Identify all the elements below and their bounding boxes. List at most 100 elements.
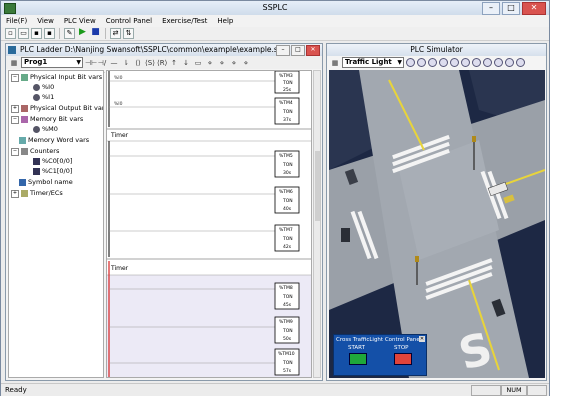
edit-icon[interactable]: ✎: [64, 28, 75, 39]
falling-edge-icon[interactable]: ↓: [181, 58, 191, 68]
view-front-icon[interactable]: [494, 58, 503, 67]
program-select[interactable]: Prog1 ▼: [21, 57, 83, 68]
variable-tree: − Physical Input Bit vars %I0 %I1 + Physic…: [8, 70, 104, 378]
ladder-svg: %I0 %I0 %TM3 TON 25s %TM4 TON 37s Timer: [107, 71, 311, 377]
minimize-button[interactable]: –: [482, 2, 500, 15]
traffic-scene-svg: S: [329, 70, 545, 378]
rotate-icon[interactable]: [461, 58, 470, 67]
zoom-fit-icon[interactable]: [428, 58, 437, 67]
download-icon[interactable]: ⇅: [123, 28, 134, 39]
tree-counters[interactable]: − Counters: [11, 147, 59, 156]
timer-preset: 40s: [283, 206, 292, 212]
tree-item-i1[interactable]: %I1: [33, 93, 54, 102]
timer-name: %TM9: [279, 319, 293, 325]
contact-nc-icon[interactable]: ⊣/⊢: [97, 58, 107, 77]
plc-simulator-window: PLC Simulator ▦ Traffic Light ▼ S Cross …: [326, 43, 547, 381]
timer-name: %TM4: [279, 100, 293, 106]
app-icon: [4, 3, 16, 14]
timer-preset: 25s: [283, 87, 292, 93]
control-panel-title: Cross TrafficLight Control Panel: [336, 337, 422, 343]
run-icon[interactable]: ▶: [77, 28, 88, 39]
maximize-button[interactable]: □: [502, 2, 520, 15]
timer-name: %TM7: [279, 227, 293, 233]
menu-control-panel[interactable]: Control Panel: [101, 15, 157, 27]
function-block-icon[interactable]: ▭: [193, 58, 203, 68]
status-cell-empty: [527, 385, 547, 396]
menu-plc-view[interactable]: PLC View: [59, 15, 101, 27]
tree-physical-output[interactable]: + Physical Output Bit vars: [11, 104, 103, 113]
menu-view[interactable]: View: [32, 15, 59, 27]
tree-item-c1[interactable]: %C1[0/0]: [33, 167, 72, 176]
delete-rung-icon[interactable]: ⋄: [241, 58, 251, 68]
ladder-minimize-button[interactable]: –: [276, 45, 290, 56]
ladder-scrollbar[interactable]: [313, 70, 321, 378]
stop-icon[interactable]: ■: [90, 28, 101, 39]
horizontal-line-icon[interactable]: —: [109, 58, 119, 68]
tree-memory-bit[interactable]: − Memory Bit vars: [11, 115, 83, 124]
timer-preset: 50s: [283, 336, 292, 342]
menu-help[interactable]: Help: [212, 15, 238, 27]
tree-symbol-name[interactable]: Symbol name: [19, 178, 73, 187]
set-coil-icon[interactable]: ⟨S⟩: [145, 58, 155, 68]
menu-file[interactable]: File(F): [1, 15, 32, 27]
tree-physical-input[interactable]: − Physical Input Bit vars: [11, 73, 102, 82]
open-file-icon[interactable]: ▭: [18, 28, 29, 39]
compare-icon[interactable]: ⋄: [205, 58, 215, 68]
program-list-icon[interactable]: ▦: [9, 58, 19, 68]
contact-label: %I0: [114, 101, 123, 107]
menu-bar: File(F) View PLC View Control Panel Exer…: [1, 15, 549, 27]
timer-mode: TON: [282, 328, 293, 334]
main-window: SSPLC – □ ✕ File(F) View PLC View Contro…: [0, 0, 550, 396]
panel-close-icon[interactable]: ✕: [419, 336, 425, 342]
tree-memory-word[interactable]: Memory Word vars: [19, 136, 89, 145]
vertical-line-icon[interactable]: ⇂: [121, 58, 131, 68]
reset-coil-icon[interactable]: ⟨R⟩: [157, 58, 167, 68]
stop-button[interactable]: [394, 353, 412, 365]
scene-select[interactable]: Traffic Light ▼: [342, 57, 404, 68]
timer-mode: TON: [282, 360, 293, 366]
plc-ladder-window: PLC Ladder D:\Nanjing Swansoft\SSPLC\com…: [5, 43, 323, 381]
operate-icon[interactable]: ⋄: [217, 58, 227, 68]
pan-icon[interactable]: [450, 58, 459, 67]
menu-exercise-test[interactable]: Exercise/Test: [157, 15, 212, 27]
tree-item-i0[interactable]: %I0: [33, 83, 54, 92]
timer-preset: 30s: [283, 170, 292, 176]
start-label: START: [348, 345, 365, 351]
timer-mode: TON: [282, 236, 293, 242]
reset-view-icon[interactable]: [472, 58, 481, 67]
view-side-icon[interactable]: [505, 58, 514, 67]
monitor-icon[interactable]: ⇄: [110, 28, 121, 39]
zoom-window-icon[interactable]: [439, 58, 448, 67]
tree-timer-ecs[interactable]: + Timer/ECs: [11, 189, 63, 198]
save-all-icon[interactable]: ▪: [44, 28, 55, 39]
timer-preset: 37s: [283, 117, 292, 123]
control-panel: Cross TrafficLight Control Panel ✕ START…: [333, 334, 427, 376]
tree-item-c0[interactable]: %C0[0/0]: [33, 157, 72, 166]
ladder-diagram[interactable]: %I0 %I0 %TM3 TON 25s %TM4 TON 37s Timer: [106, 70, 312, 378]
save-icon[interactable]: ▪: [31, 28, 42, 39]
timer-preset: 42s: [283, 244, 292, 250]
new-file-icon[interactable]: ▫: [5, 28, 16, 39]
ladder-icon: [8, 46, 16, 54]
close-button[interactable]: ✕: [522, 2, 546, 15]
scene-list-icon[interactable]: ▦: [330, 58, 340, 68]
view-top-icon[interactable]: [483, 58, 492, 67]
coil-icon[interactable]: ⟨⟩: [133, 58, 143, 68]
zoom-out-icon[interactable]: [417, 58, 426, 67]
ladder-close-button[interactable]: ✕: [306, 45, 320, 56]
ladder-maximize-button[interactable]: □: [291, 45, 305, 56]
start-button[interactable]: [349, 353, 367, 365]
view-3d-icon[interactable]: [516, 58, 525, 67]
zoom-in-icon[interactable]: [406, 58, 415, 67]
rising-edge-icon[interactable]: ↑: [169, 58, 179, 68]
main-toolbar: ▫ ▭ ▪ ▪ ✎ ▶ ■ ⇄ ⇅: [1, 27, 549, 41]
traffic-scene[interactable]: S Cross TrafficLight Control Panel ✕ STA…: [329, 70, 545, 378]
insert-rung-icon[interactable]: ⋄: [229, 58, 239, 68]
title-bar: SSPLC – □ ✕: [1, 1, 549, 15]
status-bar: Ready NUM: [1, 383, 549, 396]
tree-item-m0[interactable]: %M0: [33, 125, 58, 134]
contact-no-icon[interactable]: ⊣⊢: [85, 58, 97, 68]
timer-name: %TM6: [279, 189, 293, 195]
timer-mode: TON: [282, 109, 293, 115]
scrollbar-thumb[interactable]: [315, 151, 320, 221]
